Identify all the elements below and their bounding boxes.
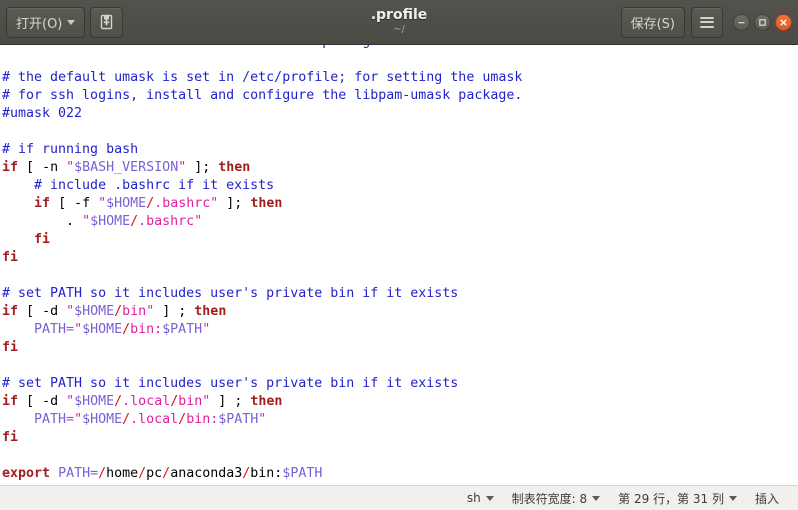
close-button[interactable] bbox=[775, 13, 792, 31]
chevron-down-icon bbox=[728, 495, 737, 501]
title-bar: 打开(O) .profile ~/ 保存(S) bbox=[0, 0, 798, 45]
save-button[interactable]: 保存(S) bbox=[620, 6, 685, 38]
source-code[interactable]: # the files are located in the bash-doc … bbox=[2, 45, 522, 483]
file-path-subtitle: ~/ bbox=[393, 24, 405, 35]
save-button-label: 保存(S) bbox=[630, 16, 675, 32]
text-editor-area[interactable]: # the files are located in the bash-doc … bbox=[0, 45, 798, 485]
minimize-button[interactable] bbox=[733, 13, 750, 31]
maximize-icon bbox=[758, 18, 767, 27]
gedit-window: 打开(O) .profile ~/ 保存(S) # the default um… bbox=[0, 0, 798, 510]
code-line: PATH="$HOME/bin:$PATH" bbox=[34, 322, 211, 337]
open-button[interactable]: 打开(O) bbox=[6, 6, 86, 38]
insert-mode-indicator[interactable]: 插入 bbox=[746, 486, 788, 510]
code-line: . "$HOME/.bashrc" bbox=[66, 214, 203, 229]
code-line: fi bbox=[2, 430, 19, 445]
code-line: if [ -f "$HOME/.bashrc" ]; then bbox=[34, 196, 283, 211]
cursor-position-label: 第 29 行，第 31 列 bbox=[618, 491, 724, 506]
code-line: export PATH=/home/pc/anaconda3/bin:$PATH bbox=[2, 466, 323, 481]
maximize-button[interactable] bbox=[754, 13, 771, 31]
chevron-down-icon bbox=[485, 495, 494, 501]
main-menu-button[interactable] bbox=[691, 6, 723, 38]
minimize-icon bbox=[737, 18, 746, 27]
code-line: #umask 022 bbox=[2, 106, 83, 121]
window-controls bbox=[733, 13, 792, 31]
close-icon bbox=[779, 18, 788, 27]
titlebar-right-controls: 保存(S) bbox=[620, 6, 792, 38]
hamburger-menu-icon bbox=[700, 16, 714, 28]
code-line: PATH="$HOME/.local/bin:$PATH" bbox=[34, 412, 267, 427]
code-line: # set PATH so it includes user's private… bbox=[2, 376, 459, 391]
code-line: fi bbox=[2, 340, 19, 355]
code-line: fi bbox=[34, 232, 51, 247]
status-bar: sh 制表符宽度: 8 第 29 行，第 31 列 插入 bbox=[0, 485, 798, 510]
language-selector[interactable]: sh bbox=[458, 486, 503, 510]
tab-width-label: 制表符宽度: 8 bbox=[511, 491, 588, 506]
code-line: # for ssh logins, install and configure … bbox=[2, 88, 523, 103]
code-line: # include .bashrc if it exists bbox=[2, 178, 275, 193]
chevron-down-icon bbox=[592, 495, 601, 501]
code-line: # set PATH so it includes user's private… bbox=[2, 286, 459, 301]
new-document-button[interactable] bbox=[90, 6, 124, 38]
code-line: if [ -n "$BASH_VERSION" ]; then bbox=[2, 160, 251, 175]
code-line: fi bbox=[2, 250, 19, 265]
chevron-down-icon bbox=[67, 19, 76, 25]
insert-mode-label: 插入 bbox=[754, 491, 779, 506]
new-document-icon bbox=[99, 14, 114, 30]
code-line: # if running bash bbox=[2, 142, 139, 157]
code-line: # the default umask is set in /etc/profi… bbox=[2, 70, 523, 85]
language-label: sh bbox=[466, 491, 481, 505]
code-line: if [ -d "$HOME/.local/bin" ] ; then bbox=[2, 394, 283, 409]
tab-width-selector[interactable]: 制表符宽度: 8 bbox=[503, 486, 610, 510]
page-title: .profile bbox=[370, 7, 428, 23]
cursor-position-selector[interactable]: 第 29 行，第 31 列 bbox=[609, 486, 746, 510]
titlebar-left-controls: 打开(O) bbox=[6, 6, 124, 38]
code-line: if [ -d "$HOME/bin" ] ; then bbox=[2, 304, 227, 319]
open-button-label: 打开(O) bbox=[16, 16, 63, 32]
